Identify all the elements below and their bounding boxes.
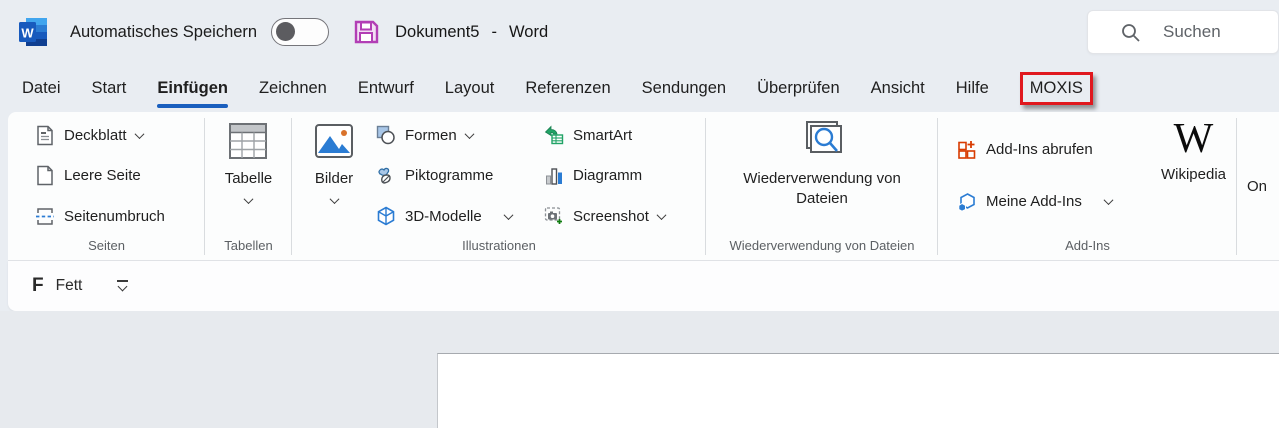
group-label-wiederverwendung: Wiederverwendung von Dateien (706, 238, 938, 260)
tab-start[interactable]: Start (92, 64, 127, 112)
meine-addins-button[interactable]: Meine Add-Ins (957, 188, 1150, 216)
reuse-files-icon (799, 119, 845, 163)
tab-ueberpruefen[interactable]: Überprüfen (757, 64, 840, 112)
search-input[interactable]: Suchen (1087, 10, 1279, 54)
chevron-down-icon (134, 129, 144, 139)
screenshot-button[interactable]: Screenshot (544, 202, 706, 230)
autosave-toggle[interactable] (271, 18, 329, 46)
bold-label: Fett (56, 277, 83, 295)
seitenumbruch-button[interactable]: Seitenumbruch (35, 202, 205, 230)
tab-moxis-highlighted[interactable]: MOXIS (1020, 72, 1093, 105)
3d-modelle-button[interactable]: 3D-Modelle (376, 202, 544, 230)
pictures-icon (312, 119, 356, 163)
document-page[interactable] (437, 353, 1279, 428)
group-label-addins: Add-Ins (938, 238, 1237, 260)
ribbon-tab-bar: Datei Start Einfügen Zeichnen Entwurf La… (0, 64, 1279, 112)
ribbon-group-seiten: Deckblatt Leere Seite Se (8, 112, 205, 260)
group-label-illustrationen: Illustrationen (292, 238, 706, 260)
chevron-down-icon (329, 194, 339, 204)
document-name: Dokument5 (395, 23, 479, 42)
tab-datei[interactable]: Datei (22, 64, 61, 112)
wikipedia-button[interactable]: W Wikipedia (1161, 112, 1226, 238)
ribbon-overflow: On (1237, 112, 1279, 260)
page-break-icon (35, 206, 55, 227)
my-addins-icon (957, 192, 977, 212)
svg-text:W: W (21, 26, 34, 41)
word-logo-icon: W (18, 17, 48, 47)
document-area (0, 311, 1279, 428)
smartart-label: SmartArt (573, 127, 632, 144)
collapse-ribbon-icon[interactable] (116, 280, 130, 292)
deckblatt-label: Deckblatt (64, 127, 127, 144)
table-icon (226, 119, 270, 163)
screenshot-icon (544, 206, 564, 226)
wiederverwendung-button[interactable]: Wiederverwendung von Dateien (737, 112, 907, 238)
wikipedia-label: Wikipedia (1161, 165, 1226, 185)
screenshot-label: Screenshot (573, 208, 649, 225)
get-addins-icon (957, 140, 977, 160)
leere-seite-button[interactable]: Leere Seite (35, 162, 205, 190)
chevron-down-icon (503, 210, 513, 220)
title-separator: - (492, 23, 498, 42)
seitenumbruch-label: Seitenumbruch (64, 208, 165, 225)
3d-models-icon (376, 206, 396, 226)
quick-toolbar-strip: F Fett (8, 261, 1279, 311)
tabelle-button[interactable]: Tabelle (225, 112, 273, 238)
3d-modelle-label: 3D-Modelle (405, 208, 482, 225)
search-icon (1120, 22, 1141, 43)
smartart-icon (544, 125, 564, 145)
ribbon-group-illustrationen: Bilder Formen (292, 112, 706, 260)
formen-label: Formen (405, 127, 457, 144)
tabelle-label: Tabelle (225, 169, 273, 189)
tab-zeichnen[interactable]: Zeichnen (259, 64, 327, 112)
tab-referenzen[interactable]: Referenzen (525, 64, 610, 112)
ribbon-group-addins: Add-Ins abrufen Meine Add-Ins W W (938, 112, 1237, 260)
chart-icon (544, 166, 564, 186)
tab-layout[interactable]: Layout (445, 64, 495, 112)
overflow-button-partial[interactable]: On (1237, 112, 1279, 195)
meine-addins-label: Meine Add-Ins (986, 193, 1082, 210)
chevron-down-icon (244, 194, 254, 204)
tab-entwurf[interactable]: Entwurf (358, 64, 414, 112)
ribbon-panel: Deckblatt Leere Seite Se (8, 112, 1279, 261)
smartart-button[interactable]: SmartArt (544, 121, 706, 149)
blank-page-icon (35, 165, 55, 186)
group-label-tabellen: Tabellen (205, 238, 292, 260)
ribbon-group-wiederverwendung: Wiederverwendung von Dateien Wiederverwe… (706, 112, 938, 260)
autosave-label: Automatisches Speichern (70, 23, 257, 42)
wiederverwendung-label: Wiederverwendung von Dateien (737, 169, 907, 209)
chevron-down-icon (656, 210, 666, 220)
tab-hilfe[interactable]: Hilfe (956, 64, 989, 112)
chevron-down-icon (464, 129, 474, 139)
group-label-seiten: Seiten (8, 238, 205, 260)
document-title: Dokument5 - Word (395, 23, 548, 42)
bilder-button[interactable]: Bilder (312, 112, 356, 238)
cover-page-icon (35, 125, 55, 146)
bilder-label: Bilder (315, 169, 353, 189)
save-icon[interactable] (353, 19, 379, 45)
search-placeholder: Suchen (1163, 22, 1221, 42)
piktogramme-button[interactable]: Piktogramme (376, 162, 544, 190)
bold-icon: F (32, 275, 44, 297)
leere-seite-label: Leere Seite (64, 167, 141, 184)
addins-abrufen-button[interactable]: Add-Ins abrufen (957, 136, 1150, 164)
formen-button[interactable]: Formen (376, 121, 544, 149)
tab-ansicht[interactable]: Ansicht (871, 64, 925, 112)
app-name: Word (509, 23, 548, 42)
toggle-knob (276, 22, 295, 41)
ribbon-group-tabellen: Tabelle Tabellen (205, 112, 292, 260)
addins-abrufen-label: Add-Ins abrufen (986, 141, 1093, 158)
piktogramme-label: Piktogramme (405, 167, 493, 184)
tab-einfuegen[interactable]: Einfügen (157, 64, 228, 112)
deckblatt-button[interactable]: Deckblatt (35, 121, 205, 149)
diagramm-button[interactable]: Diagramm (544, 162, 706, 190)
icons-icon (376, 166, 396, 186)
bold-button[interactable]: F Fett (32, 275, 82, 297)
diagramm-label: Diagramm (573, 167, 642, 184)
chevron-down-icon (1103, 195, 1113, 205)
shapes-icon (376, 125, 396, 145)
tab-sendungen[interactable]: Sendungen (642, 64, 726, 112)
wikipedia-icon: W (1174, 119, 1214, 159)
